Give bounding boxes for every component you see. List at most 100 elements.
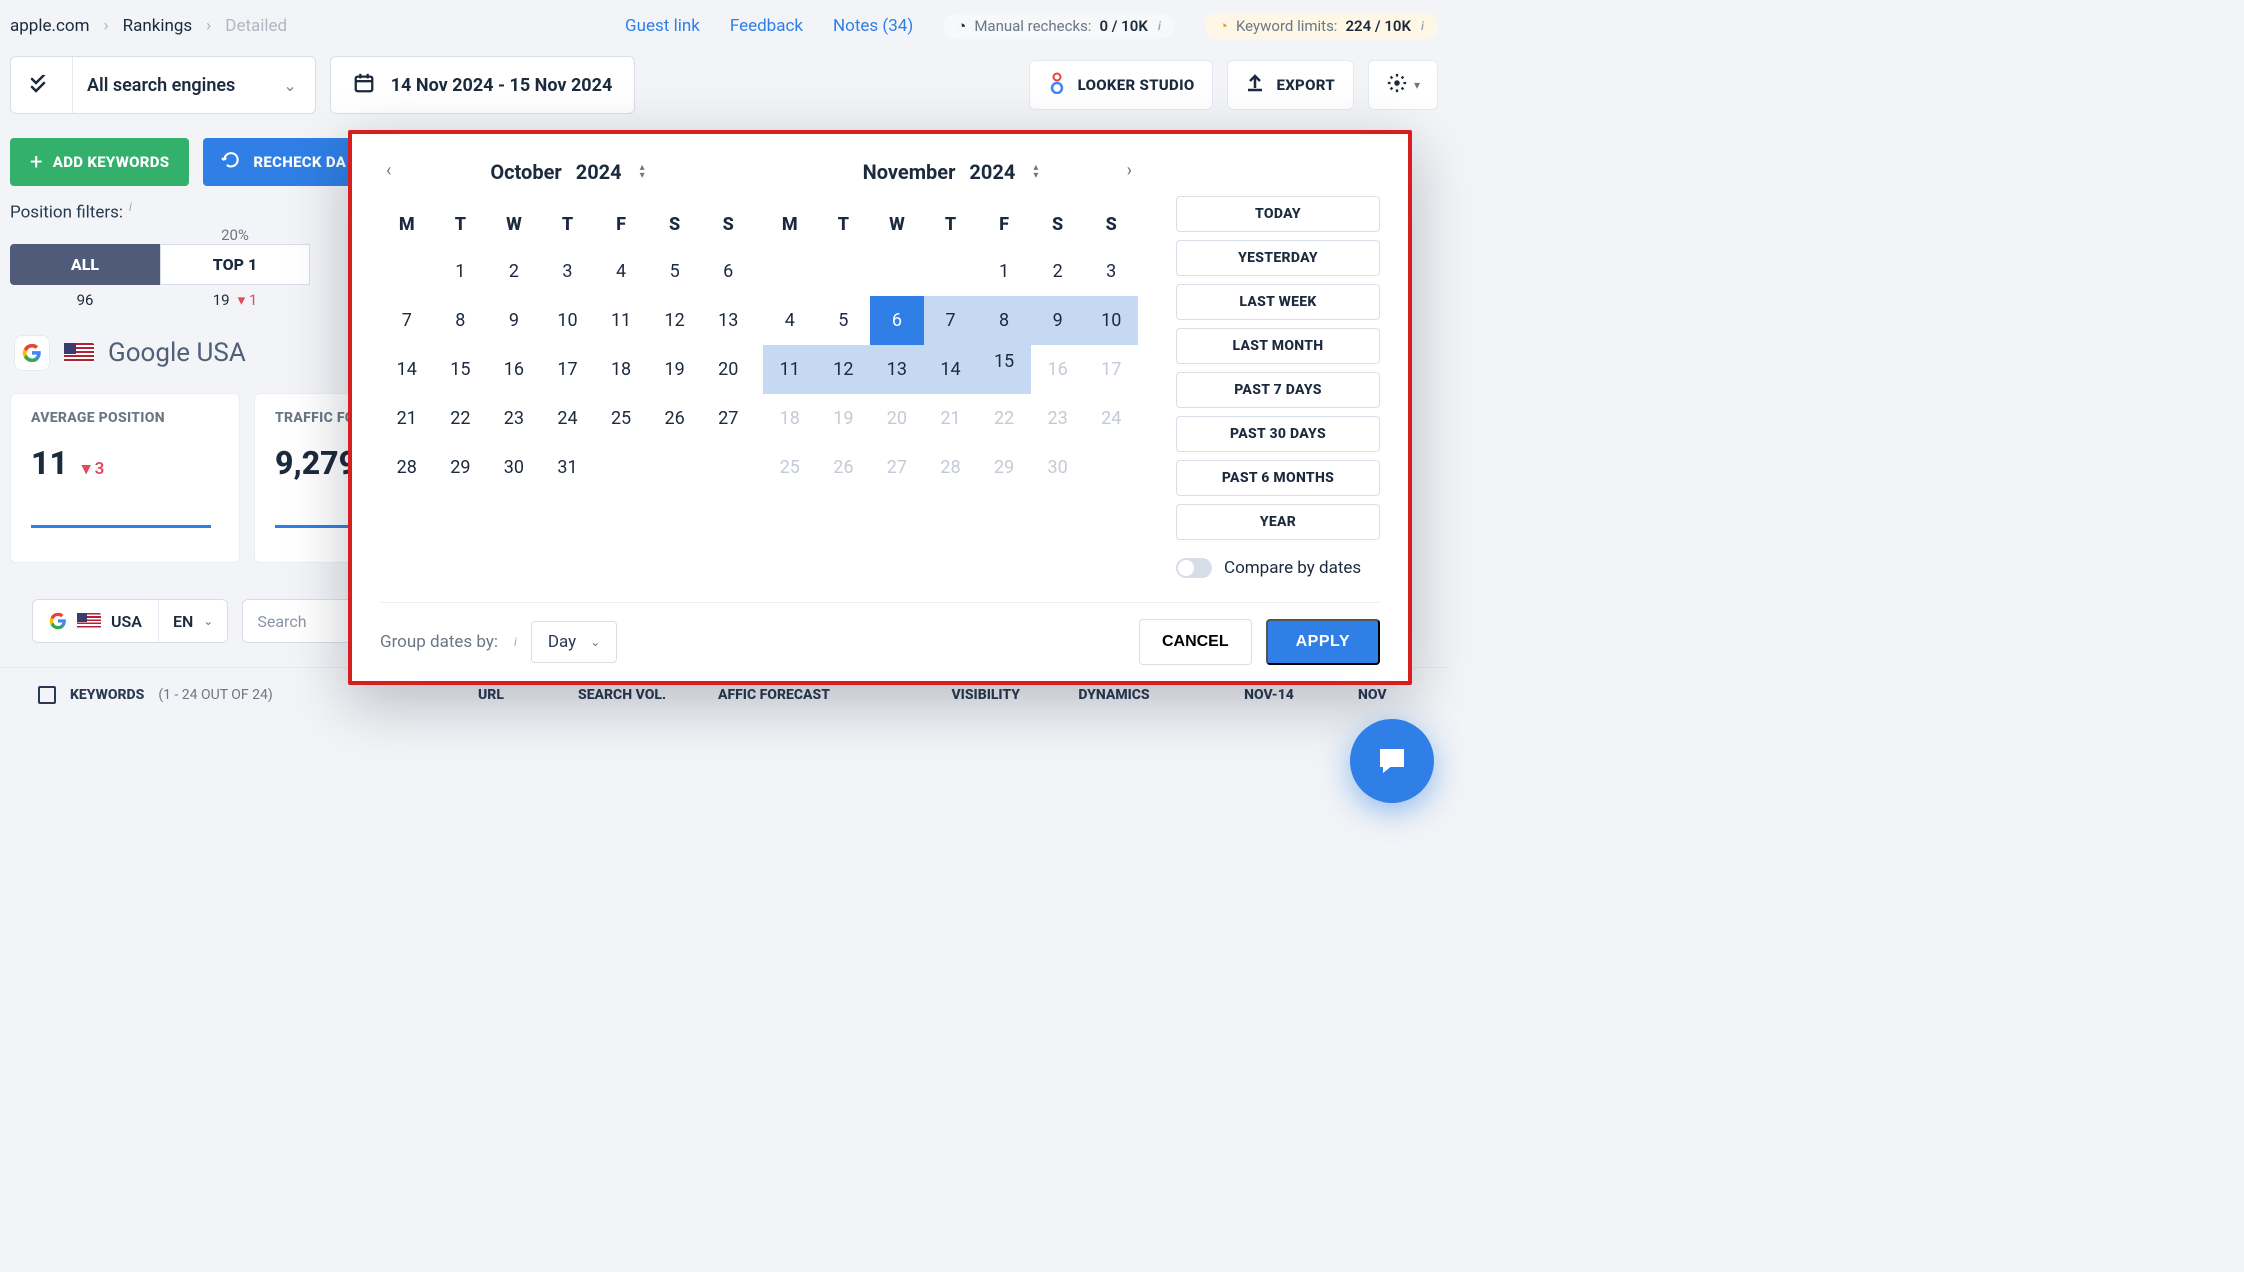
apply-button[interactable]: APPLY (1266, 619, 1380, 665)
month-name[interactable]: October (490, 160, 561, 184)
calendar-day (817, 247, 871, 296)
keyword-limits-pill[interactable]: ◔ Keyword limits: 224 / 10K i (1205, 13, 1438, 39)
dow: M (763, 202, 817, 247)
filter-tab-all[interactable]: ALL 96 (10, 226, 160, 315)
breadcrumb-section[interactable]: Rankings (123, 16, 193, 36)
calendar-day-in-range[interactable]: 12 (817, 345, 871, 394)
filter-tab-top1[interactable]: 20% TOP 1 19 ▾ 1 (160, 226, 310, 315)
calendar-day[interactable]: 30 (487, 443, 541, 492)
calendar-day[interactable]: 14 (380, 345, 434, 394)
country-lang-select[interactable]: USA EN ⌄ (32, 599, 228, 643)
calendar-day[interactable]: 29 (434, 443, 488, 492)
calendar-day-in-range[interactable]: 8 (977, 296, 1031, 345)
year-spinner-icon[interactable]: ▴▾ (640, 164, 645, 180)
col-dynamics[interactable]: DYNAMICS (1034, 687, 1194, 703)
calendar-day[interactable]: 3 (1084, 247, 1138, 296)
calendar-day-in-range[interactable]: 14 (924, 345, 978, 394)
manual-rechecks-pill[interactable]: ◔ Manual rechecks: 0 / 10K i (943, 13, 1175, 39)
calendar-day[interactable]: 15 (434, 345, 488, 394)
calendar-day-in-range[interactable]: 10 (1084, 296, 1138, 345)
calendar-day[interactable]: 26 (648, 394, 702, 443)
search-engine-name: Google USA (108, 338, 246, 368)
calendar-day[interactable]: 18 (594, 345, 648, 394)
month-name[interactable]: November (863, 160, 956, 184)
calendar-day[interactable]: 28 (380, 443, 434, 492)
export-button[interactable]: EXPORT (1227, 60, 1354, 110)
calendar-day[interactable]: 24 (541, 394, 595, 443)
date-range-button[interactable]: 14 Nov 2024 - 15 Nov 2024 (330, 56, 636, 114)
calendar-day[interactable]: 4 (763, 296, 817, 345)
cancel-button[interactable]: CANCEL (1139, 619, 1252, 665)
chat-fab[interactable] (1350, 719, 1434, 803)
group-dates-select[interactable]: Day ⌄ (531, 621, 617, 663)
date-presets: TODAY YESTERDAY LAST WEEK LAST MONTH PAS… (1146, 152, 1380, 578)
calendar-day[interactable]: 21 (380, 394, 434, 443)
select-all-checkbox[interactable] (38, 686, 56, 704)
col-searchvol[interactable]: SEARCH VOL. (564, 687, 704, 703)
calendar-day[interactable]: 12 (648, 296, 702, 345)
calendar-day-in-range[interactable]: 11 (763, 345, 817, 394)
year-spinner-icon[interactable]: ▴▾ (1033, 164, 1038, 180)
calendar-day[interactable]: 19 (648, 345, 702, 394)
preset-past-6-months[interactable]: PAST 6 MONTHS (1176, 460, 1380, 496)
col-nov[interactable]: NOV (1344, 687, 1404, 703)
calendar-day[interactable]: 25 (594, 394, 648, 443)
calendar-day[interactable]: 11 (594, 296, 648, 345)
calendar-day[interactable]: 2 (1031, 247, 1085, 296)
preset-last-month[interactable]: LAST MONTH (1176, 328, 1380, 364)
calendar-day[interactable]: 3 (541, 247, 595, 296)
calendar-day[interactable]: 20 (701, 345, 755, 394)
calendar-day[interactable]: 8 (434, 296, 488, 345)
next-month-button[interactable]: › (1127, 160, 1132, 181)
col-traffic-forecast[interactable]: AFFIC FORECAST (704, 687, 874, 703)
calendar-day[interactable]: 2 (487, 247, 541, 296)
calendar-day-in-range[interactable]: 9 (1031, 296, 1085, 345)
preset-today[interactable]: TODAY (1176, 196, 1380, 232)
preset-last-week[interactable]: LAST WEEK (1176, 284, 1380, 320)
preset-year[interactable]: YEAR (1176, 504, 1380, 540)
feedback-link[interactable]: Feedback (730, 16, 803, 36)
col-visibility[interactable]: VISIBILITY (874, 687, 1034, 703)
calendar-day[interactable]: 1 (977, 247, 1031, 296)
calendar-day[interactable]: 1 (434, 247, 488, 296)
calendar-day[interactable]: 17 (541, 345, 595, 394)
calendar-day-range-end[interactable]: 15 (977, 345, 1031, 394)
col-keywords[interactable]: KEYWORDS (70, 687, 144, 703)
preset-past-30-days[interactable]: PAST 30 DAYS (1176, 416, 1380, 452)
calendar-day[interactable]: 5 (648, 247, 702, 296)
calendar-day[interactable]: 10 (541, 296, 595, 345)
col-url[interactable]: URL (464, 687, 564, 703)
calendar-day-in-range[interactable]: 7 (924, 296, 978, 345)
recheck-data-button[interactable]: RECHECK DA (203, 138, 364, 186)
add-keywords-button[interactable]: + ADD KEYWORDS (10, 138, 189, 186)
col-nov14[interactable]: NOV-14 (1194, 687, 1344, 703)
search-engine-select[interactable]: All search engines ⌄ (10, 56, 316, 114)
calendar-day[interactable]: 5 (817, 296, 871, 345)
month-year[interactable]: 2024 (576, 160, 622, 184)
calendar-day[interactable]: 7 (380, 296, 434, 345)
calendar-day[interactable]: 4 (594, 247, 648, 296)
settings-button[interactable]: ▾ (1368, 60, 1438, 110)
calendar-day[interactable]: 9 (487, 296, 541, 345)
preset-yesterday[interactable]: YESTERDAY (1176, 240, 1380, 276)
dow: S (1031, 202, 1085, 247)
calendar-day[interactable]: 13 (701, 296, 755, 345)
preset-past-7-days[interactable]: PAST 7 DAYS (1176, 372, 1380, 408)
calendar-day[interactable]: 23 (487, 394, 541, 443)
breadcrumb-domain[interactable]: apple.com (10, 16, 89, 36)
average-position-card: AVERAGE POSITION 11 ▾ 3 (10, 393, 240, 563)
calendar-day[interactable]: 6 (701, 247, 755, 296)
compare-toggle[interactable] (1176, 558, 1212, 578)
calendar-day[interactable]: 16 (487, 345, 541, 394)
calendar-day[interactable]: 22 (434, 394, 488, 443)
guest-link[interactable]: Guest link (625, 16, 700, 36)
filter-count: 96 (77, 291, 94, 309)
notes-link[interactable]: Notes (34) (833, 16, 913, 36)
prev-month-button[interactable]: ‹ (386, 160, 391, 181)
calendar-day-range-start[interactable]: 6 (870, 296, 924, 345)
looker-studio-button[interactable]: LOOKER STUDIO (1029, 60, 1214, 110)
calendar-day-in-range[interactable]: 13 (870, 345, 924, 394)
calendar-day[interactable]: 31 (541, 443, 595, 492)
month-year[interactable]: 2024 (969, 160, 1015, 184)
calendar-day[interactable]: 27 (701, 394, 755, 443)
